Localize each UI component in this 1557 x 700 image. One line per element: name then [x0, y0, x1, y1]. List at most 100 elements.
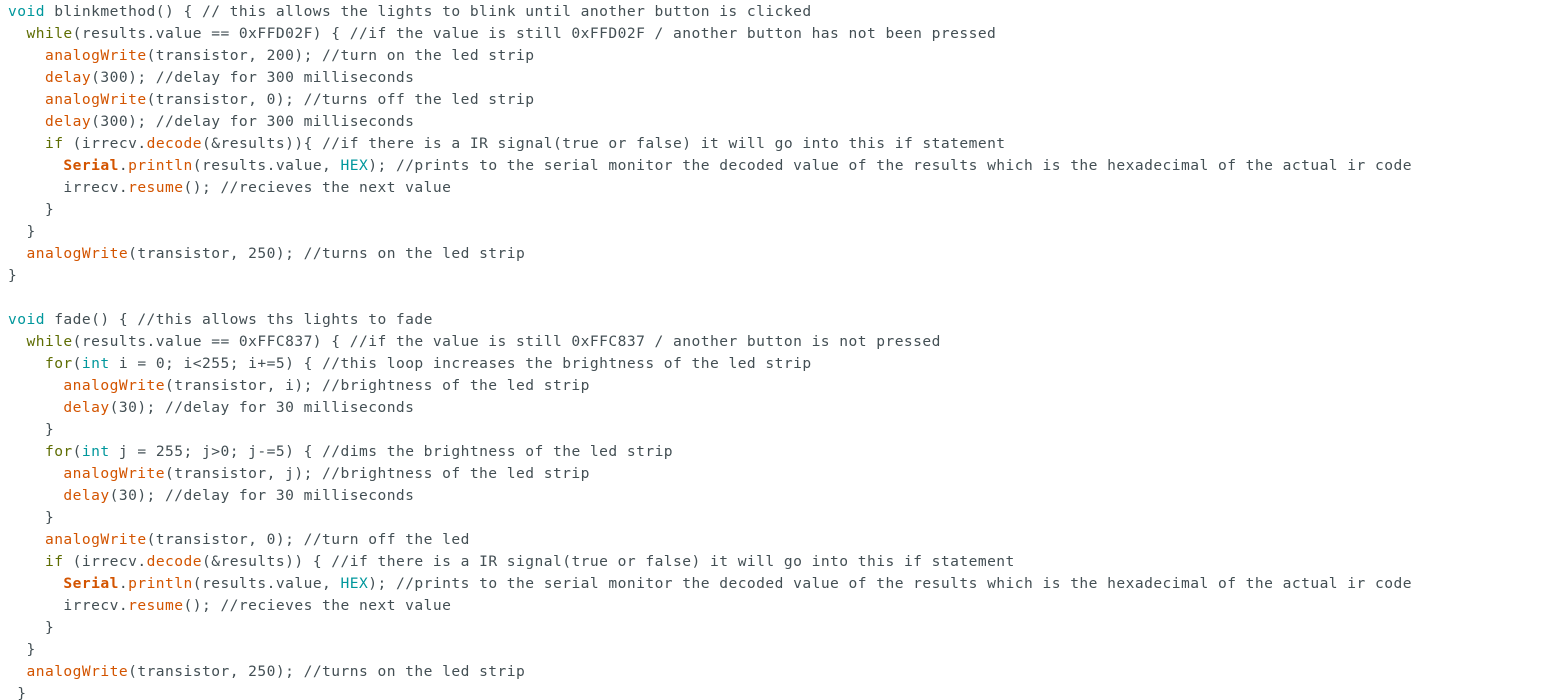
- code-editor[interactable]: void blinkmethod() { // this allows the …: [0, 0, 1557, 700]
- code-token-func: analogWrite: [44, 91, 147, 108]
- code-token-text: (transistor, j); //brightness of the led…: [165, 465, 590, 482]
- code-line: for(int j = 255; j>0; j-=5) { //dims the…: [8, 441, 673, 463]
- code-token-text: }: [8, 201, 55, 218]
- code-token-func: analogWrite: [26, 245, 129, 262]
- code-token-text: (results.value,: [192, 575, 341, 592]
- code-token-text: }: [8, 267, 18, 284]
- code-token-text: (irrecv.: [63, 135, 147, 152]
- code-token-text: (results.value,: [192, 157, 341, 174]
- code-token-text: (&results)) { //if there is a IR signal(…: [202, 553, 1015, 570]
- code-token-keyword: for: [44, 355, 73, 372]
- code-token-serial: Serial: [63, 157, 119, 174]
- code-token-text: (transistor, 200); //turn on the led str…: [146, 47, 535, 64]
- code-line: delay(300); //delay for 300 milliseconds: [8, 67, 414, 89]
- code-token-text: ); //prints to the serial monitor the de…: [368, 575, 1412, 592]
- code-token-type: int: [81, 355, 110, 372]
- code-token-keyword: while: [26, 25, 73, 42]
- code-token-text: (); //recieves the next value: [183, 597, 452, 614]
- code-token-text: }: [8, 421, 55, 438]
- code-line: if (irrecv.decode(&results)) { //if ther…: [8, 551, 1015, 573]
- code-token-text: }: [8, 685, 27, 700]
- code-token-text: (transistor, i); //brightness of the led…: [165, 377, 590, 394]
- code-token-text: (300); //delay for 300 milliseconds: [91, 69, 415, 86]
- code-token-text: (); //recieves the next value: [183, 179, 452, 196]
- code-token-text: }: [8, 223, 36, 240]
- code-token-text: j = 255; j>0; j-=5) { //dims the brightn…: [109, 443, 674, 460]
- code-token-type: int: [81, 443, 110, 460]
- code-line: if (irrecv.decode(&results)){ //if there…: [8, 133, 1006, 155]
- code-token-const: HEX: [340, 157, 369, 174]
- code-token-func: decode: [146, 553, 202, 570]
- code-line: analogWrite(transistor, 0); //turn off t…: [8, 529, 470, 551]
- code-token-func: analogWrite: [63, 465, 166, 482]
- code-token-text: (: [72, 443, 82, 460]
- code-token-keyword: while: [26, 333, 73, 350]
- code-line: }: [8, 617, 54, 639]
- code-line: analogWrite(transistor, 250); //turns on…: [8, 661, 525, 683]
- code-line: void fade() { //this allows ths lights t…: [8, 309, 433, 331]
- code-token-func: println: [128, 157, 193, 174]
- code-token-func: delay: [44, 113, 92, 130]
- code-token-text: ); //prints to the serial monitor the de…: [368, 157, 1412, 174]
- code-token-keyword: if: [44, 135, 64, 152]
- code-token-text: }: [8, 509, 55, 526]
- code-line: delay(30); //delay for 30 milliseconds: [8, 397, 414, 419]
- code-token-text: (results.value == 0xFFD02F) { //if the v…: [72, 25, 997, 42]
- code-line: }: [8, 221, 36, 243]
- code-line: analogWrite(transistor, i); //brightness…: [8, 375, 590, 397]
- code-token-text: .: [118, 575, 129, 592]
- code-token-text: (transistor, 0); //turns off the led str…: [146, 91, 535, 108]
- code-line: irrecv.resume(); //recieves the next val…: [8, 177, 451, 199]
- code-token-func: decode: [146, 135, 202, 152]
- code-token-text: (30); //delay for 30 milliseconds: [109, 487, 415, 504]
- code-line: Serial.println(results.value, HEX); //pr…: [8, 155, 1412, 177]
- code-token-text: }: [8, 619, 55, 636]
- code-token-keyword: if: [44, 553, 64, 570]
- code-token-text: (transistor, 250); //turns on the led st…: [128, 245, 526, 262]
- code-token-text: (results.value == 0xFFC837) { //if the v…: [72, 333, 941, 350]
- code-token-type: void: [8, 311, 45, 328]
- code-line: }: [8, 265, 17, 287]
- code-token-func: analogWrite: [44, 47, 147, 64]
- code-token-text: }: [8, 641, 36, 658]
- code-line: analogWrite(transistor, 200); //turn on …: [8, 45, 534, 67]
- code-line: Serial.println(results.value, HEX); //pr…: [8, 573, 1412, 595]
- code-line: void blinkmethod() { // this allows the …: [8, 1, 812, 23]
- code-token-text: blinkmethod() { // this allows the light…: [44, 3, 812, 20]
- code-token-text: (transistor, 250); //turns on the led st…: [128, 663, 526, 680]
- code-token-text: i = 0; i<255; i+=5) { //this loop increa…: [109, 355, 812, 372]
- code-line: analogWrite(transistor, j); //brightness…: [8, 463, 590, 485]
- code-line: analogWrite(transistor, 250); //turns on…: [8, 243, 525, 265]
- code-line: delay(300); //delay for 300 milliseconds: [8, 111, 414, 133]
- code-token-func: analogWrite: [44, 531, 147, 548]
- code-token-func: resume: [128, 597, 184, 614]
- code-token-func: delay: [63, 399, 110, 416]
- code-token-keyword: for: [44, 443, 73, 460]
- code-token-serial: Serial: [63, 575, 119, 592]
- code-line: }: [8, 419, 54, 441]
- code-token-func: analogWrite: [63, 377, 166, 394]
- code-token-text: fade() { //this allows ths lights to fad…: [44, 311, 433, 328]
- code-line: analogWrite(transistor, 0); //turns off …: [8, 89, 534, 111]
- code-token-text: irrecv.: [8, 597, 129, 614]
- code-token-func: resume: [128, 179, 184, 196]
- code-token-text: irrecv.: [8, 179, 129, 196]
- code-token-text: (irrecv.: [63, 553, 147, 570]
